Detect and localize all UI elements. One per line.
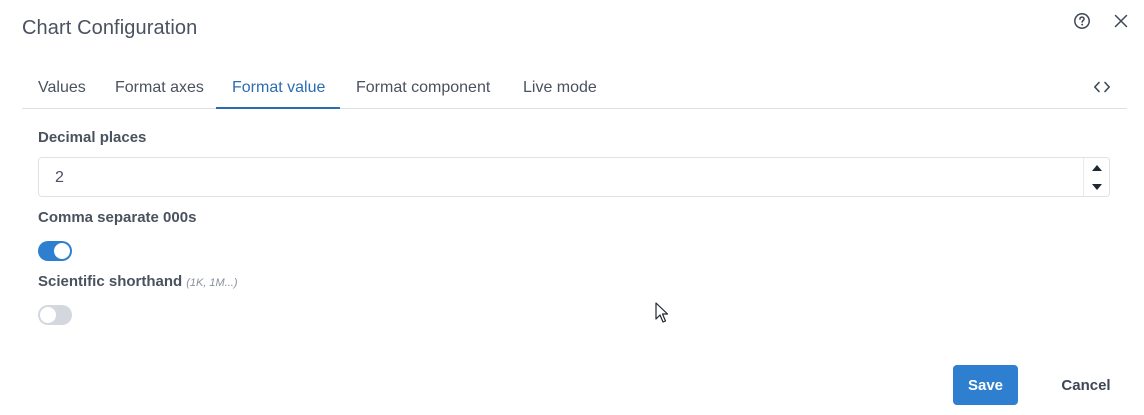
close-icon [1114, 14, 1128, 28]
comma-separate-toggle[interactable] [38, 241, 72, 261]
increment-button[interactable] [1084, 158, 1109, 177]
scientific-shorthand-toggle[interactable] [38, 305, 72, 325]
help-circle-icon [1074, 13, 1090, 29]
scientific-shorthand-label: Scientific shorthand (1K, 1M...) [38, 273, 238, 290]
decrement-button[interactable] [1084, 177, 1109, 196]
dialog-title: Chart Configuration [22, 17, 198, 39]
decimal-places-stepper [1083, 158, 1109, 196]
code-icon [1094, 81, 1110, 93]
mouse-pointer-icon [655, 302, 669, 323]
help-button[interactable] [1070, 9, 1094, 33]
scientific-shorthand-label-text: Scientific shorthand [38, 273, 183, 290]
toggle-knob [40, 307, 56, 323]
close-button[interactable] [1109, 9, 1133, 33]
tab-live-mode[interactable]: Live mode [507, 70, 613, 107]
comma-separate-label: Comma separate 000s [38, 209, 197, 226]
caret-up-icon [1091, 164, 1102, 171]
code-view-button[interactable] [1090, 75, 1114, 99]
tab-values[interactable]: Values [22, 70, 102, 107]
tab-bar: Values Format axes Format value Format c… [22, 70, 1127, 109]
scientific-shorthand-hint: (1K, 1M...) [186, 277, 238, 289]
tab-format-component[interactable]: Format component [340, 70, 506, 107]
decimal-places-input[interactable]: 2 [38, 157, 1110, 197]
tab-format-value[interactable]: Format value [216, 70, 340, 109]
cancel-button[interactable]: Cancel [1048, 365, 1124, 405]
decimal-places-value: 2 [55, 169, 64, 186]
save-button[interactable]: Save [953, 365, 1018, 405]
caret-down-icon [1091, 183, 1102, 190]
tab-format-axes[interactable]: Format axes [99, 70, 220, 107]
toggle-knob [54, 243, 70, 259]
decimal-places-label: Decimal places [38, 129, 147, 146]
